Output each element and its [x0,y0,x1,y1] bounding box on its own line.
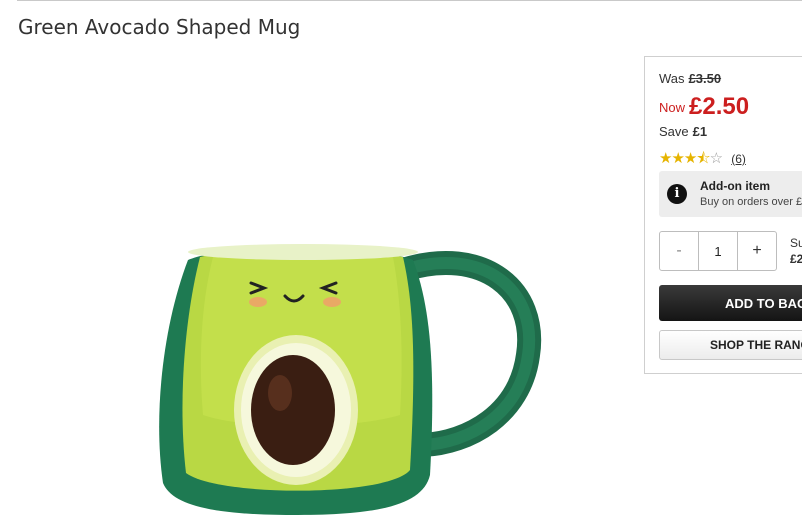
addon-notice: i Add-on item Buy on orders over £1 [659,171,802,217]
now-label: Now [659,100,686,115]
save-amount: £1 [692,124,708,139]
quantity-increase-button[interactable]: + [738,232,776,270]
quantity-stepper: - 1 + [659,231,777,271]
subtotal-label: Su [790,236,802,250]
star-icon: ★ [683,150,697,167]
product-image [159,244,542,515]
shop-the-range-button[interactable]: SHOP THE RANGE [659,330,802,360]
empty-star-icon: ☆ [709,150,723,167]
save-label: Save [659,124,689,139]
review-count-link[interactable]: (6) [731,152,746,166]
now-price: £2.50 [689,93,750,120]
product-title: Green Avocado Shaped Mug [18,15,301,39]
subtotal-value: £2 [790,252,802,266]
was-price: £3.50 [688,71,722,86]
addon-subtitle: Buy on orders over £1 [700,196,802,208]
now-price-row: Now £2.50 [659,93,749,121]
quantity-input[interactable]: 1 [698,232,738,270]
save-row: Save £1 [659,123,707,141]
star-rating: ★★★⯪☆ [659,150,725,167]
add-to-bag-button[interactable]: ADD TO BAG [659,285,802,321]
subtotal: Su £2 [790,235,802,267]
top-divider [17,0,802,1]
was-label: Was [659,71,685,86]
purchase-panel: Was £3.50 Now £2.50 Save £1 ★★★⯪☆ (6) i Add… [644,56,802,374]
half-star-icon: ⯪ [696,150,710,167]
addon-title: Add-on item [700,179,770,193]
quantity-decrease-button[interactable]: - [660,232,698,270]
info-icon: i [667,184,687,204]
was-price-row: Was £3.50 [659,70,721,88]
rating-row: ★★★⯪☆ (6) [659,148,746,173]
star-icon: ★ [659,150,672,167]
star-icon: ★ [671,150,684,167]
